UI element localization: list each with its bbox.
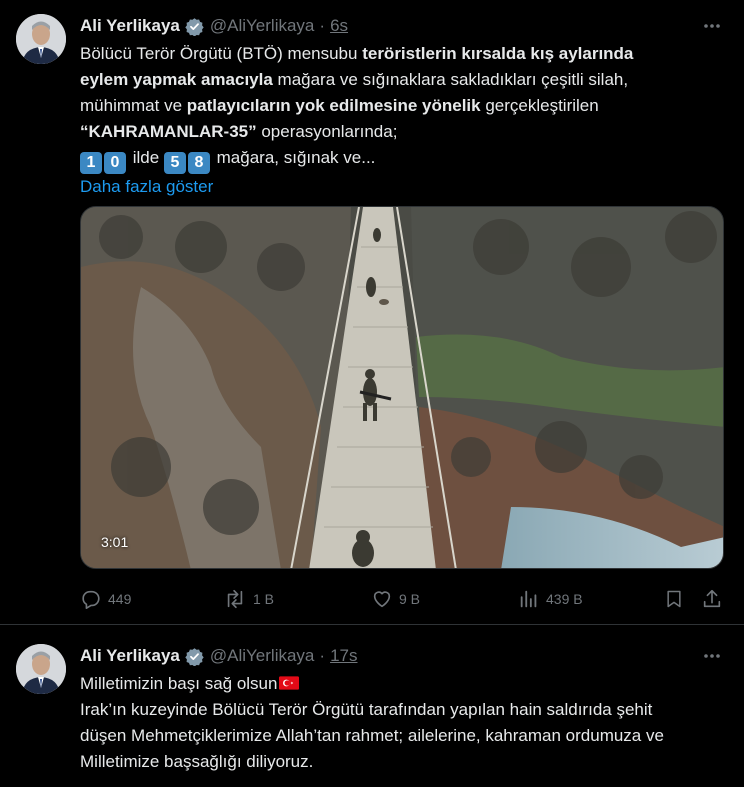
tweet-text: Bölücü Terör Örgütü (BTÖ) mensubu teröri… [80, 41, 730, 200]
text-segment: operasyonlarında; [256, 122, 398, 141]
bookmark-button[interactable] [664, 584, 684, 614]
author-handle[interactable]: @AliYerlikaya [210, 645, 315, 667]
repost-count: 1 B [253, 591, 275, 607]
text-segment: mağara, sığınak ve... [211, 148, 376, 167]
avatar[interactable] [16, 644, 66, 694]
show-more-link[interactable]: Daha fazla göster [80, 174, 730, 200]
views-icon [518, 588, 540, 610]
author-name[interactable]: Ali Yerlikaya [80, 15, 180, 37]
separator-dot: · [319, 16, 326, 35]
keycap-digit: 0 [104, 152, 126, 174]
tweet[interactable]: Ali Yerlikaya @AliYerlikaya · 6s Bölücü … [0, 0, 744, 625]
text-bold-segment: “KAHRAMANLAR-35” [80, 122, 257, 141]
turkey-flag-icon [279, 676, 300, 690]
keycap-digit: 8 [187, 152, 210, 174]
text-line: Milletimize başsağlığı diliyoruz. [80, 752, 314, 771]
separator-dot: · [319, 646, 326, 665]
avatar[interactable] [16, 14, 66, 64]
keycap-digit: 5 [163, 152, 186, 174]
text-segment: Milletimizin başı sağ olsun [80, 674, 278, 693]
video-duration: 3:01 [101, 534, 129, 550]
tweet-header: Ali Yerlikaya @AliYerlikaya · 17s [80, 645, 357, 667]
avatar-photo [16, 644, 66, 694]
timestamp[interactable]: 17s [330, 645, 357, 667]
reply-count: 449 [108, 591, 132, 607]
timestamp[interactable]: 6s [330, 15, 348, 37]
views-button[interactable]: 439 B [518, 584, 583, 614]
text-segment: mühimmat ve [80, 96, 187, 115]
like-button[interactable]: 9 B [371, 584, 420, 614]
text-bold-segment: patlayıcıların yok edilmesine yönelik [186, 96, 481, 115]
text-segment: Bölücü Terör Örgütü (BTÖ) mensubu [80, 44, 363, 63]
verified-badge-icon [185, 17, 204, 36]
text-segment: ilde [128, 148, 164, 167]
video-player[interactable]: 3:01 [80, 206, 724, 569]
keycap-digit: 1 [80, 152, 102, 174]
like-icon [371, 588, 393, 610]
more-icon[interactable] [700, 644, 724, 668]
bookmark-icon [664, 588, 684, 610]
text-line: Irak’ın kuzeyinde Bölücü Terör Örgütü ta… [80, 700, 653, 719]
reply-icon [80, 588, 102, 610]
tweet-header: Ali Yerlikaya @AliYerlikaya · 6s [80, 15, 348, 37]
author-handle[interactable]: @AliYerlikaya [210, 15, 315, 37]
verified-badge-icon [185, 647, 204, 666]
tweet-text: Milletimizin başı sağ olsun Irak’ın kuze… [80, 671, 730, 775]
tweet[interactable]: Ali Yerlikaya @AliYerlikaya · 17s Millet… [0, 626, 744, 787]
more-icon[interactable] [700, 14, 724, 38]
like-count: 9 B [399, 591, 421, 607]
text-segment: mağara ve sığınaklara sakladıkları çeşit… [272, 70, 629, 89]
text-bold-segment: teröristlerin kırsalda kış aylarında [362, 44, 634, 63]
share-icon [701, 588, 723, 610]
reply-button[interactable]: 449 [80, 584, 131, 614]
video-thumbnail [81, 207, 723, 568]
views-count: 439 B [546, 591, 583, 607]
repost-button[interactable]: 1 B [223, 584, 274, 614]
avatar-photo [16, 14, 66, 64]
text-segment: gerçekleştirilen [480, 96, 599, 115]
text-bold-segment: eylem yapmak amacıyla [80, 70, 273, 89]
action-bar: 449 1 B 9 B 439 B [80, 584, 724, 614]
repost-icon [223, 588, 247, 610]
text-line: düşen Mehmetçiklerimize Allah’tan rahmet… [80, 726, 664, 745]
author-name[interactable]: Ali Yerlikaya [80, 645, 180, 667]
share-button[interactable] [701, 584, 723, 614]
